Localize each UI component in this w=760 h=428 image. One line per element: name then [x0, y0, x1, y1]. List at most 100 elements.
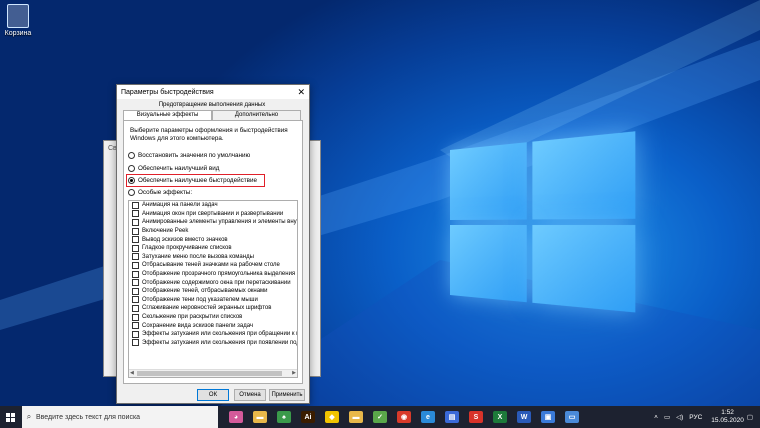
effect-checkbox[interactable]: [132, 287, 139, 295]
search-placeholder: Введите здесь текст для поиска: [36, 413, 141, 421]
effect-label: Сглаживание неровностей экранных шрифтов: [142, 305, 272, 312]
settings-window-icon[interactable]: ▭: [565, 411, 579, 423]
effect-list-item[interactable]: Анимация на панели задач: [129, 201, 297, 210]
close-icon[interactable]: ✕: [297, 87, 305, 97]
radio-button[interactable]: [128, 189, 135, 196]
selection-highlight-box: [126, 174, 265, 187]
effect-checkbox[interactable]: [132, 236, 139, 244]
effect-checkbox[interactable]: [132, 210, 139, 218]
effect-label: Эффекты затухания или скольжения при обр…: [142, 331, 297, 338]
effect-list-item[interactable]: Эффекты затухания или скольжения при обр…: [129, 330, 297, 339]
effect-list-item[interactable]: Затухание меню после вызова команды: [129, 253, 297, 262]
effect-label: Анимация окон при свертывании и разверты…: [142, 210, 284, 217]
store-icon[interactable]: ▤: [445, 411, 459, 423]
effect-label: Отображение тени под указателем мыши: [142, 296, 258, 303]
effect-checkbox[interactable]: [132, 253, 139, 261]
effect-checkbox[interactable]: [132, 304, 139, 312]
start-button[interactable]: [0, 406, 20, 428]
excel-icon[interactable]: X: [493, 411, 507, 423]
scroll-right-icon[interactable]: ▶: [292, 370, 296, 376]
clock[interactable]: 1:52 15.05.2020: [711, 409, 744, 425]
effect-list-item[interactable]: Отображение тени под указателем мыши: [129, 296, 297, 305]
effect-list-item[interactable]: Отбрасывание теней значками на рабочем с…: [129, 261, 297, 270]
scrollbar-thumb[interactable]: [137, 371, 282, 376]
scroll-left-icon[interactable]: ◀: [130, 370, 134, 376]
tray-chevron-icon[interactable]: ˄: [654, 414, 658, 421]
effect-checkbox[interactable]: [132, 261, 139, 269]
windows-logo: [450, 131, 636, 318]
effect-list-item[interactable]: Гладкое прокручивание списков: [129, 244, 297, 253]
effect-checkbox[interactable]: [132, 270, 139, 278]
radio-restore-defaults[interactable]: Восстановить значения по умолчанию: [128, 152, 250, 159]
edge-icon[interactable]: e: [421, 411, 435, 423]
folder-icon[interactable]: ▬: [349, 411, 363, 423]
pdf-icon[interactable]: S: [469, 411, 483, 423]
cancel-button[interactable]: Отмена: [234, 389, 266, 401]
effect-list-item[interactable]: Включение Peek: [129, 227, 297, 236]
horizontal-scrollbar[interactable]: ◀ ▶: [129, 369, 297, 377]
effect-list-item[interactable]: Отображение прозрачного прямоугольника в…: [129, 270, 297, 279]
effects-list[interactable]: Анимация на панели задач Анимация окон пр…: [128, 200, 298, 378]
radio-custom[interactable]: Особые эффекты:: [128, 189, 192, 196]
effect-list-item[interactable]: Вывод эскизов вместо значков: [129, 235, 297, 244]
effect-checkbox[interactable]: [132, 279, 139, 287]
effect-list-item[interactable]: Анимация окон при свертывании и разверты…: [129, 210, 297, 219]
torrent-icon[interactable]: ✓: [373, 411, 387, 423]
games-icon[interactable]: ♠: [277, 411, 291, 423]
effect-label: Сохранение вида эскизов панели задач: [142, 322, 254, 329]
search-icon: ⌕: [26, 412, 32, 421]
record-icon[interactable]: ◉: [397, 411, 411, 423]
effect-label: Скольжение при раскрытии списков: [142, 314, 243, 321]
effect-checkbox[interactable]: [132, 201, 139, 209]
desktop: Корзина Сво Параметры быстродействия ✕ П…: [0, 0, 760, 406]
recycle-bin-icon: [7, 4, 29, 28]
dialog-titlebar[interactable]: Параметры быстродействия ✕: [117, 85, 309, 99]
effect-checkbox[interactable]: [132, 244, 139, 252]
effect-checkbox[interactable]: [132, 313, 139, 321]
effect-list-item[interactable]: Отображение содержимого окна при перетас…: [129, 278, 297, 287]
recycle-bin-label: Корзина: [4, 30, 32, 37]
effect-checkbox[interactable]: [132, 296, 139, 304]
network-icon[interactable]: ▭: [664, 413, 670, 421]
panel-description: Выберите параметры оформления и быстроде…: [130, 127, 288, 142]
effect-checkbox[interactable]: [132, 330, 139, 338]
language-indicator[interactable]: РУС: [689, 414, 702, 421]
illustrator-icon[interactable]: Ai: [301, 411, 315, 423]
notifications-icon[interactable]: ▢: [747, 413, 753, 421]
volume-icon[interactable]: ◁): [676, 413, 683, 421]
effect-checkbox[interactable]: [132, 218, 139, 226]
norton-icon[interactable]: ◆: [325, 411, 339, 423]
effect-checkbox[interactable]: [132, 227, 139, 235]
effect-list-item[interactable]: Скольжение при раскрытии списков: [129, 313, 297, 322]
word-icon[interactable]: W: [517, 411, 531, 423]
visual-effects-panel: Выберите параметры оформления и быстроде…: [123, 120, 303, 384]
explorer-icon[interactable]: ▬: [253, 411, 267, 423]
effect-list-item[interactable]: Отображение теней, отбрасываемых окнами: [129, 287, 297, 296]
tab-dep[interactable]: Предотвращение выполнения данных: [123, 102, 301, 108]
dialog-title: Параметры быстродействия: [121, 88, 214, 96]
effect-label: Гладкое прокручивание списков: [142, 245, 232, 252]
recycle-bin[interactable]: Корзина: [4, 4, 32, 37]
effect-list-item[interactable]: Сглаживание неровностей экранных шрифтов: [129, 304, 297, 313]
effect-list-item[interactable]: Эффекты затухания или скольжения при поя…: [129, 339, 297, 348]
radio-best-appearance[interactable]: Обеспечить наилучший вид: [128, 165, 219, 172]
effect-checkbox[interactable]: [132, 322, 139, 330]
photos-icon[interactable]: ▣: [541, 411, 555, 423]
radio-button[interactable]: [128, 152, 135, 159]
apply-button[interactable]: Применить: [269, 389, 305, 401]
performance-options-dialog: Параметры быстродействия ✕ Предотвращени…: [116, 84, 310, 404]
clock-date: 15.05.2020: [711, 417, 744, 424]
taskbar: ⌕ Введите здесь текст для поиска ◕ ▬ ♠ Ai ◆ ▬…: [0, 406, 760, 428]
effect-checkbox[interactable]: [132, 339, 139, 347]
effect-list-item[interactable]: Сохранение вида эскизов панели задач: [129, 321, 297, 330]
effect-list-item[interactable]: Анимированные элементы управления и элем…: [129, 218, 297, 227]
taskbar-search[interactable]: ⌕ Введите здесь текст для поиска: [22, 406, 218, 428]
ok-button[interactable]: ОК: [197, 389, 229, 401]
effect-label: Вывод эскизов вместо значков: [142, 236, 228, 243]
mixed-reality-icon[interactable]: ◕: [229, 411, 243, 423]
effect-label: Отбрасывание теней значками на рабочем с…: [142, 262, 280, 269]
windows-start-icon: [5, 412, 15, 422]
tab-advanced[interactable]: Дополнительно: [212, 110, 301, 120]
tab-visual-effects[interactable]: Визуальные эффекты: [123, 110, 212, 120]
radio-button[interactable]: [128, 165, 135, 172]
